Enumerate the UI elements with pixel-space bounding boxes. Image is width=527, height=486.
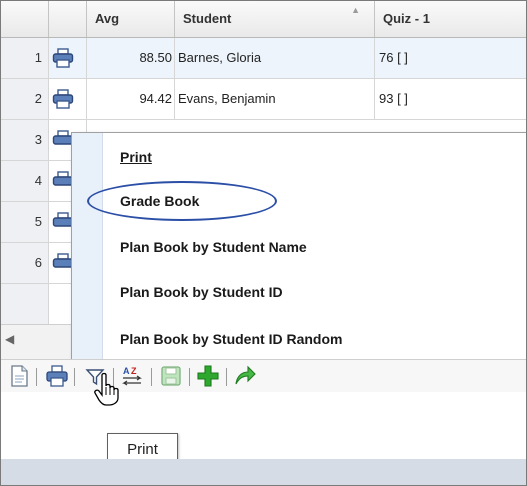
printer-icon xyxy=(52,48,74,68)
document-icon[interactable] xyxy=(7,364,31,388)
row-print-button[interactable] xyxy=(49,79,87,119)
column-header-avg[interactable]: Avg xyxy=(87,1,175,37)
toolbar-separator xyxy=(226,368,227,386)
student-cell[interactable]: Evans, Benjamin xyxy=(175,79,375,119)
sort-ascending-icon: ▲ xyxy=(351,5,360,15)
quiz-cell[interactable]: 76 [ ] xyxy=(375,38,526,78)
row-print-button[interactable] xyxy=(49,38,87,78)
row-number xyxy=(1,284,49,324)
row-number: 4 xyxy=(1,161,49,201)
highlight-circle xyxy=(87,181,277,221)
add-icon[interactable] xyxy=(196,364,220,388)
toolbar-separator xyxy=(74,368,75,386)
grid-header: Avg Student ▲ Quiz - 1 xyxy=(1,1,526,38)
avg-cell: 88.50 xyxy=(87,38,175,78)
grid-toolbar: A Z xyxy=(1,359,526,392)
row-number: 2 xyxy=(1,79,49,119)
row-number-header xyxy=(1,1,49,37)
column-header-quiz-1[interactable]: Quiz - 1 xyxy=(375,1,526,37)
menu-item-print[interactable]: Print xyxy=(120,149,152,165)
column-header-student-label: Student xyxy=(183,11,232,26)
footer-bar xyxy=(1,459,526,485)
menu-item-plan-book-by-student-name[interactable]: Plan Book by Student Name xyxy=(120,239,307,255)
printer-icon[interactable] xyxy=(45,364,69,388)
column-header-student[interactable]: Student ▲ xyxy=(175,1,375,37)
scroll-left-icon[interactable]: ◀ xyxy=(5,332,14,346)
toolbar-separator xyxy=(36,368,37,386)
table-row[interactable]: 1 88.50 Barnes, Gloria 76 [ ] xyxy=(1,38,526,79)
menu-item-plan-book-by-student-id-random[interactable]: Plan Book by Student ID Random xyxy=(120,331,342,347)
save-icon[interactable] xyxy=(159,364,183,388)
toolbar-separator xyxy=(151,368,152,386)
row-number: 5 xyxy=(1,202,49,242)
row-number: 3 xyxy=(1,120,49,160)
quiz-cell[interactable]: 93 [ ] xyxy=(375,79,526,119)
menu-icon-gutter xyxy=(72,133,103,362)
avg-cell: 94.42 xyxy=(87,79,175,119)
icon-column-header xyxy=(49,1,87,37)
forward-arrow-icon[interactable] xyxy=(233,364,257,388)
row-number: 6 xyxy=(1,243,49,283)
row-number: 1 xyxy=(1,38,49,78)
student-cell[interactable]: Barnes, Gloria xyxy=(175,38,375,78)
toolbar-separator xyxy=(189,368,190,386)
menu-item-plan-book-by-student-id[interactable]: Plan Book by Student ID xyxy=(120,284,283,300)
hand-pointer-cursor xyxy=(94,372,119,406)
table-row[interactable]: 2 94.42 Evans, Benjamin 93 [ ] xyxy=(1,79,526,120)
gradebook-window: Avg Student ▲ Quiz - 1 1 88.50 Barnes, G… xyxy=(0,0,527,486)
print-dropdown-menu: Print Grade Book Plan Book by Student Na… xyxy=(71,132,526,363)
printer-icon xyxy=(52,89,74,109)
svg-text:Z: Z xyxy=(131,366,137,376)
